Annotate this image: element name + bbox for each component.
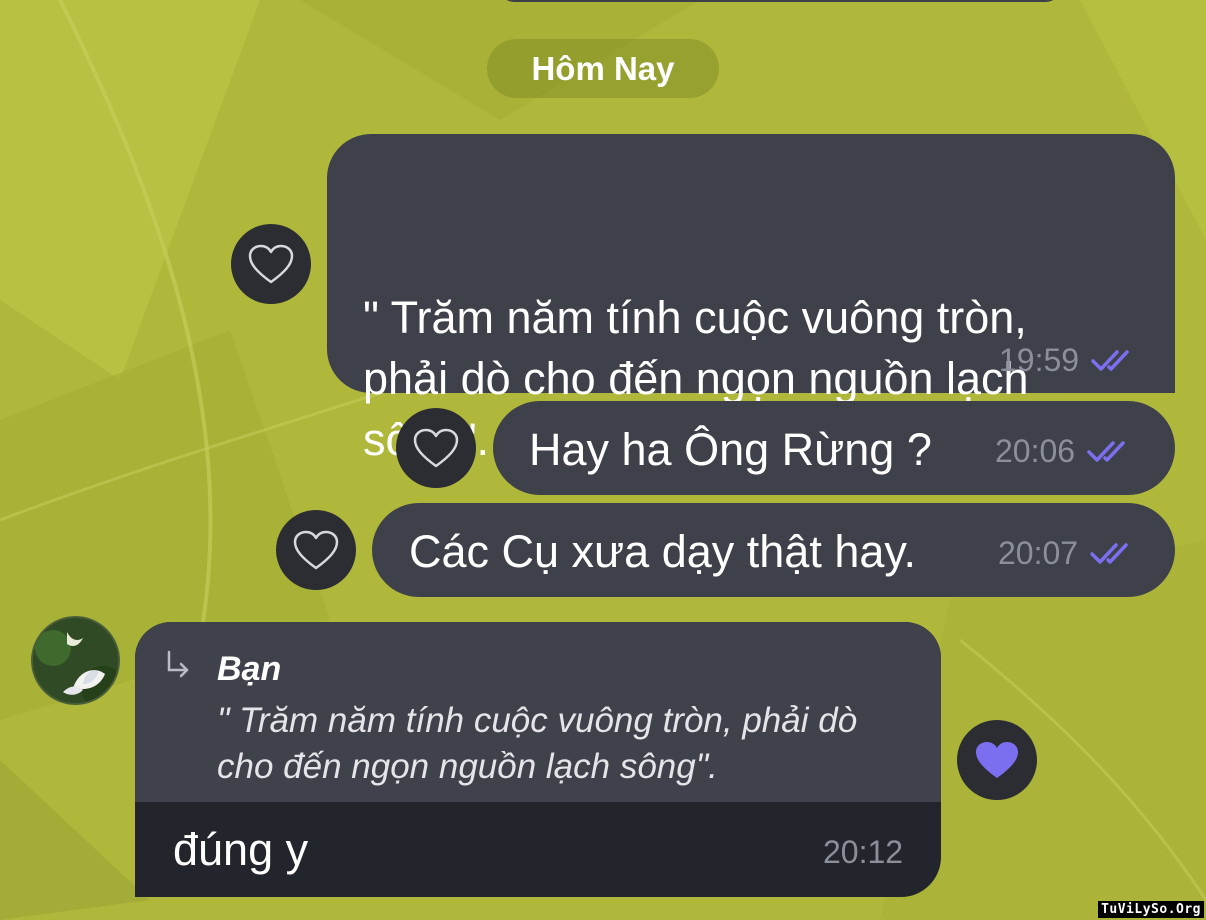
heart-filled-icon: [976, 742, 1018, 778]
reaction-button[interactable]: [396, 408, 476, 488]
heart-outline-icon: [248, 244, 294, 284]
reply-arrow-icon: [167, 650, 189, 678]
reaction-button[interactable]: [231, 224, 311, 304]
date-divider: Hôm Nay: [487, 39, 719, 98]
message-text-line: phải dò cho đến ngọn nguồn lạch: [363, 353, 1029, 404]
double-check-icon: [1091, 349, 1129, 371]
message-text: Các Cụ xưa dạy thật hay.: [409, 526, 917, 577]
quoted-text: " Trăm năm tính cuộc vuông tròn, phải dò…: [217, 701, 858, 786]
quoted-message[interactable]: Bạn " Trăm năm tính cuộc vuông tròn, phả…: [135, 622, 941, 802]
watermark: TuViLySo.Org: [1098, 901, 1204, 918]
contact-avatar[interactable]: [31, 616, 120, 705]
message-time: 20:06: [995, 433, 1076, 469]
message-meta: 20:07: [998, 535, 1138, 572]
message-text: Hay ha Ông Rừng ?: [529, 424, 932, 475]
double-check-icon: [1087, 440, 1125, 462]
reaction-button[interactable]: [276, 510, 356, 590]
message-meta: 20:06: [995, 433, 1135, 470]
message-time: 20:07: [998, 535, 1079, 571]
heart-outline-icon: [413, 428, 459, 468]
message-time: 19:59: [999, 342, 1080, 378]
message-text: đúng y: [173, 824, 309, 875]
double-check-icon: [1090, 542, 1128, 564]
message-time: 20:12: [823, 834, 904, 870]
reaction-button-active[interactable]: [957, 720, 1037, 800]
incoming-message[interactable]: Bạn " Trăm năm tính cuộc vuông tròn, phả…: [135, 622, 941, 897]
heart-outline-icon: [293, 530, 339, 570]
message-meta: 19:59: [999, 342, 1139, 379]
message-text-line: " Trăm năm tính cuộc vuông tròn,: [363, 292, 1027, 343]
lotus-avatar-image: [33, 618, 118, 703]
previous-message-edge: [500, 0, 1060, 2]
quoted-sender-name: Bạn: [217, 650, 282, 688]
